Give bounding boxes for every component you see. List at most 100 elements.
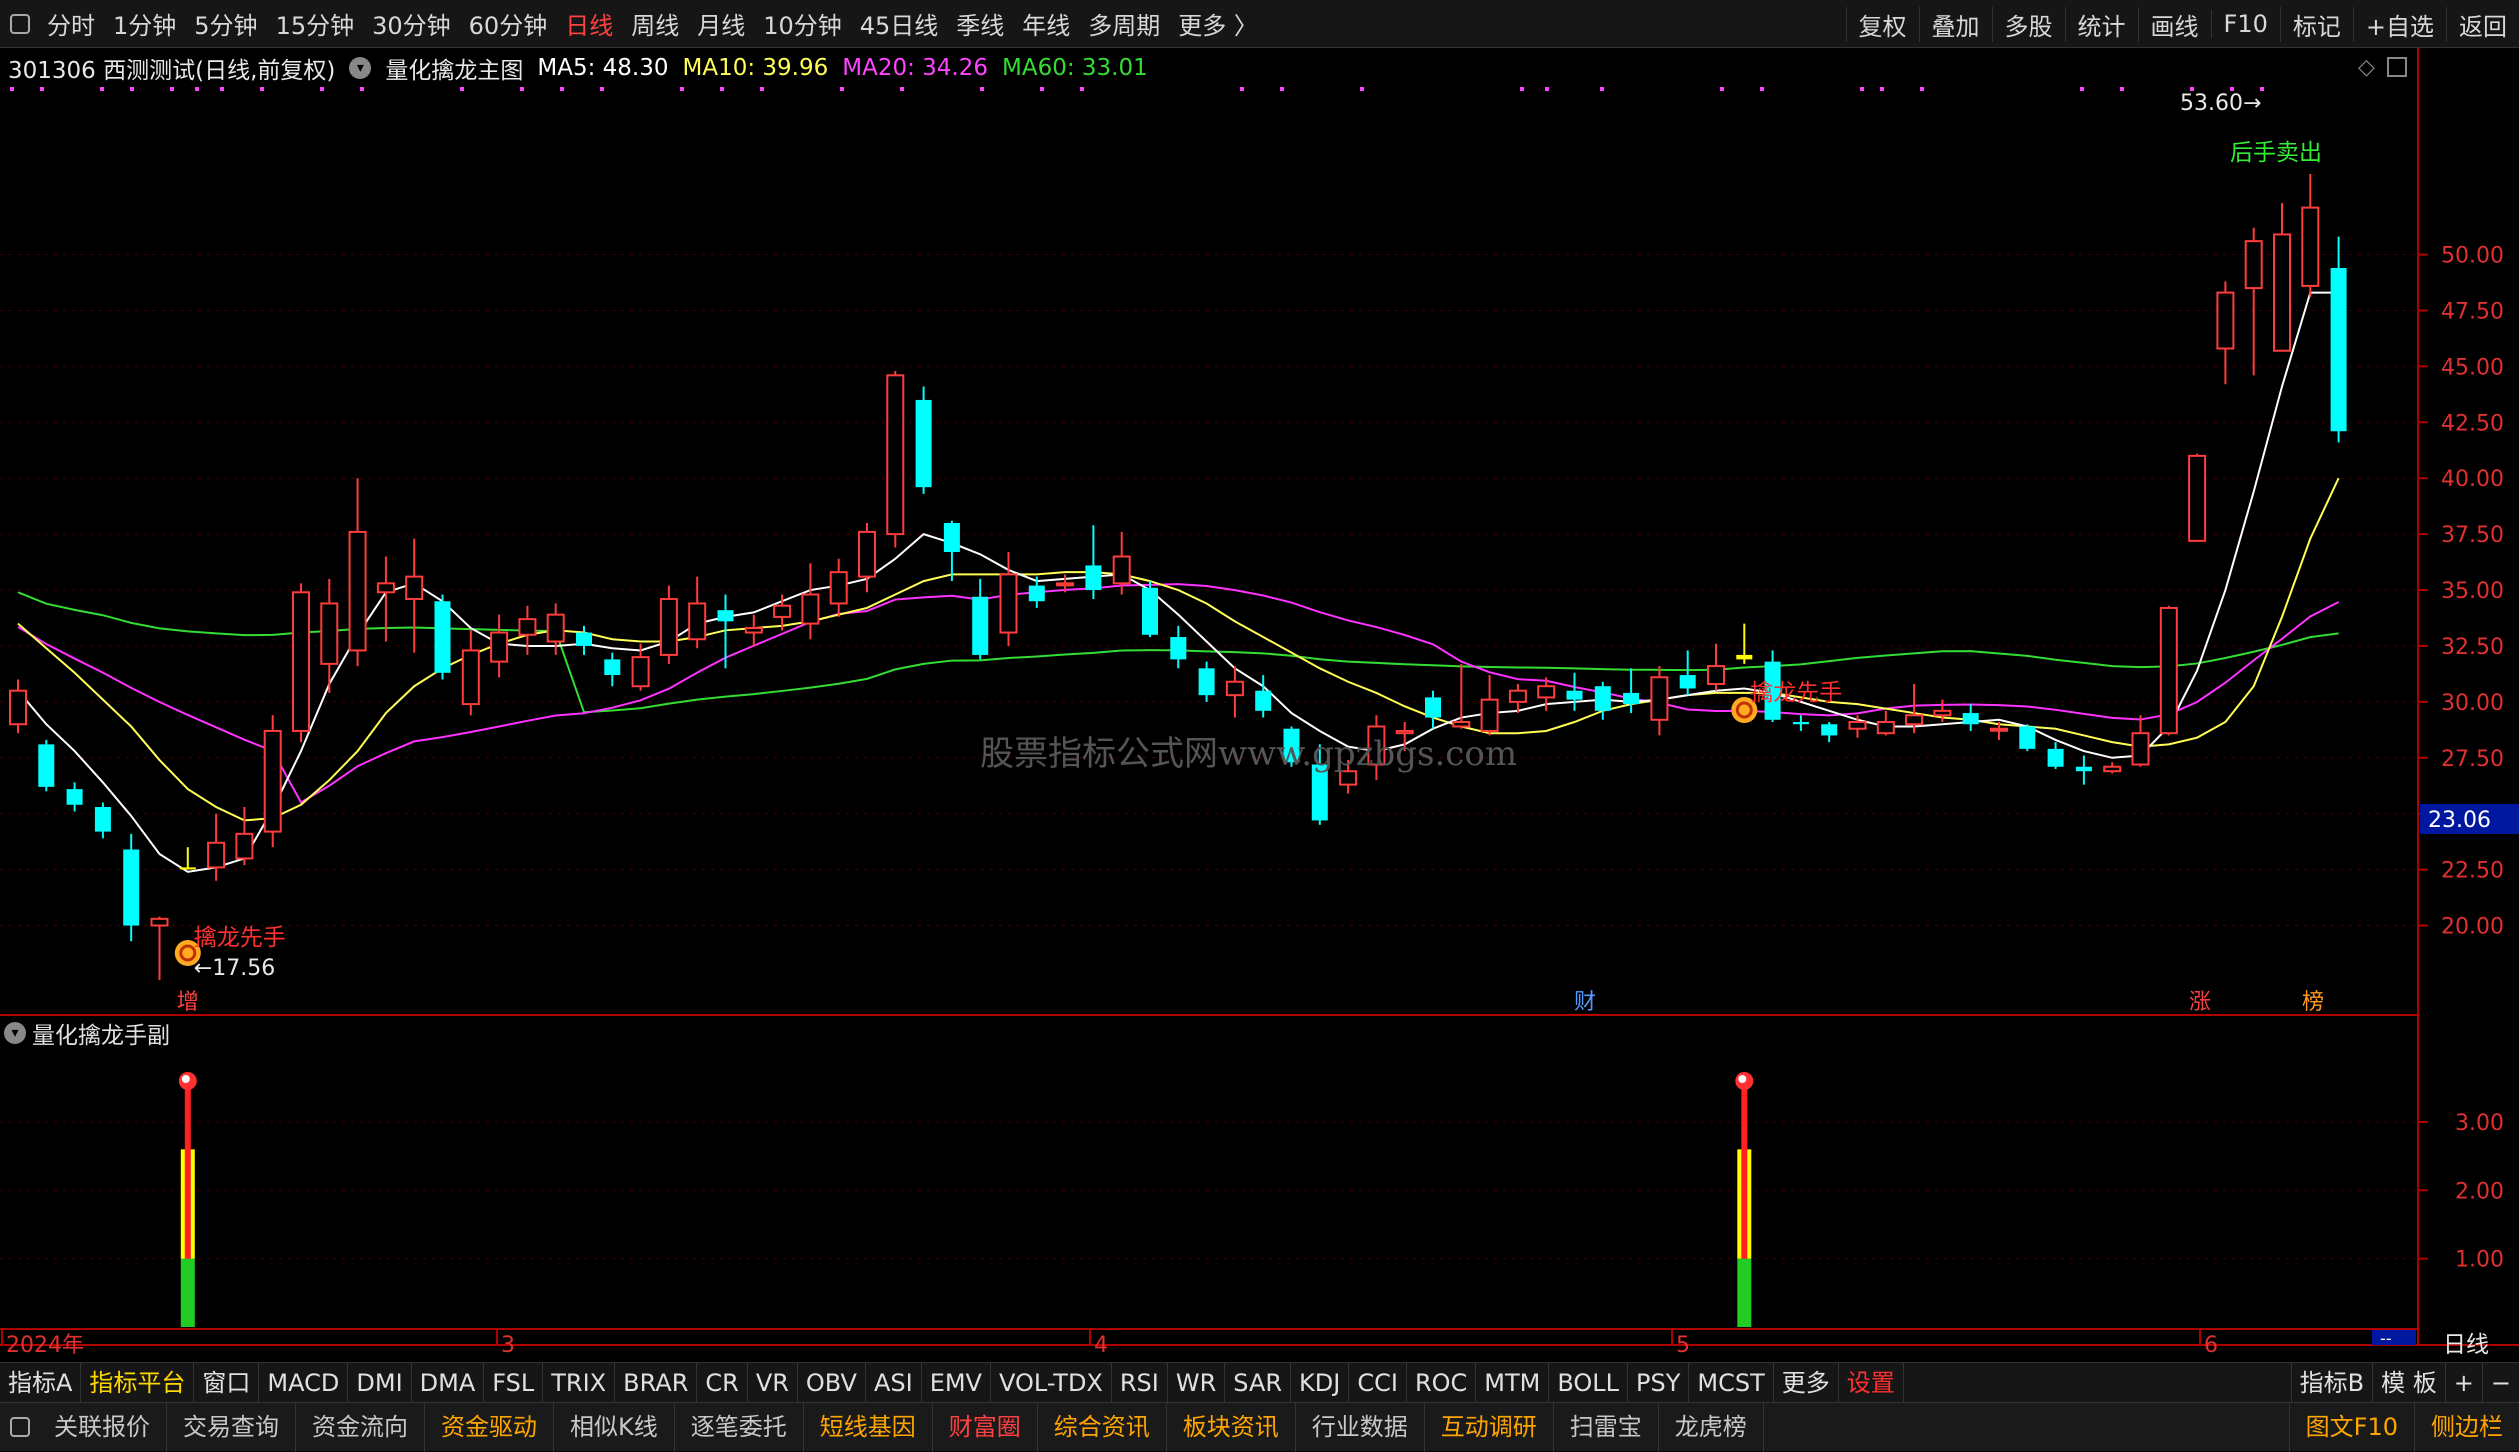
candle-body-down: [1962, 713, 1979, 725]
function-button-8[interactable]: 综合资讯: [1038, 1402, 1167, 1452]
candle-body-up: [1480, 698, 1499, 732]
marker-dot: [1760, 87, 1764, 91]
y-tick-label: 20.00: [2441, 915, 2504, 940]
period-label[interactable]: 日线: [2443, 1332, 2489, 1358]
candle-body-up: [1112, 555, 1131, 585]
indicator-tab-19[interactable]: CCI: [1349, 1362, 1407, 1403]
event-marker-0: 增: [177, 990, 199, 1015]
indicator-tab-right-2[interactable]: +: [2444, 1363, 2482, 1403]
candlestick-chart[interactable]: 50.00 47.50 45.00 42.50 40.00 37.50 35.00 32.50…: [0, 0, 2519, 1362]
marker-dot: [10, 87, 14, 91]
indicator-tab-17[interactable]: SAR: [1225, 1362, 1292, 1403]
candle-body-down: [94, 806, 111, 832]
indicator-tab-right-1[interactable]: 模 板: [2372, 1363, 2445, 1403]
marker-dot: [720, 87, 724, 91]
candle-body-down: [1821, 724, 1838, 736]
function-button-1[interactable]: 交易查询: [167, 1402, 296, 1452]
candle-body-up: [2131, 732, 2150, 766]
y-tick-label: 30.00: [2441, 691, 2504, 716]
function-button-12[interactable]: 扫雷宝: [1554, 1402, 1659, 1452]
indicator-tab-5[interactable]: DMA: [412, 1362, 485, 1403]
indicator-tab-7[interactable]: TRIX: [543, 1362, 616, 1403]
marker-dot: [1040, 87, 1044, 91]
indicator-tab-15[interactable]: RSI: [1112, 1362, 1168, 1403]
indicator-tab-0[interactable]: 指标A: [0, 1362, 82, 1403]
function-button-7[interactable]: 财富圈: [933, 1402, 1038, 1452]
function-button-4[interactable]: 相似K线: [554, 1402, 675, 1452]
marker-dot: [1880, 87, 1884, 91]
month-label-4: 6: [2204, 1333, 2218, 1358]
candle-body-up: [1508, 689, 1527, 703]
indicator-tab-14[interactable]: VOL-TDX: [991, 1362, 1112, 1403]
candle-body-down: [1255, 690, 1272, 711]
indicator-tab-right-3[interactable]: −: [2481, 1363, 2519, 1403]
candle-body-up: [886, 374, 905, 536]
indicator-tab-right-0[interactable]: 指标B: [2290, 1363, 2372, 1403]
marker-dot: [600, 87, 604, 91]
y-tick-label: 27.50: [2441, 747, 2504, 772]
candle-body-up: [376, 582, 395, 594]
indicator-tab-1[interactable]: 指标平台: [81, 1362, 195, 1403]
indicator-tabs: 指标A 指标平台 窗口 MACD DMI DMA FSL TRIX BRAR CR VR OBV ASI…: [0, 1362, 1904, 1403]
marker-dot: [1860, 87, 1864, 91]
function-bar: 关联报价 交易查询 资金流向 资金驱动 相似K线 逐笔委托 短线基因 财富圈 综合资讯 板块资讯行…: [0, 1402, 2519, 1452]
candle-body-up: [1056, 582, 1075, 587]
marker-dot: [220, 87, 224, 91]
candle-body-up: [1933, 709, 1952, 717]
marker-dot: [760, 87, 764, 91]
candle-body-up: [150, 917, 169, 927]
candle-body-up: [2216, 291, 2235, 350]
indicator-tab-24[interactable]: MCST: [1689, 1362, 1774, 1403]
function-button-11[interactable]: 互动调研: [1425, 1402, 1554, 1452]
candle-body-down: [123, 849, 140, 926]
y-tick-label: 37.50: [2441, 523, 2504, 548]
indicator-tab-9[interactable]: CR: [697, 1362, 748, 1403]
marker-dot: [460, 87, 464, 91]
indicator-tab-3[interactable]: MACD: [259, 1362, 349, 1403]
function-button-10[interactable]: 行业数据: [1296, 1402, 1425, 1452]
month-label-3: 5: [1676, 1333, 1690, 1358]
indicator-tab-2[interactable]: 窗口: [194, 1362, 260, 1403]
sub-y-tick-label: 3.00: [2455, 1111, 2504, 1136]
indicator-tab-25[interactable]: 更多: [1774, 1362, 1839, 1403]
candle-body-up: [1452, 721, 1471, 728]
indicator-tab-16[interactable]: WR: [1168, 1362, 1226, 1403]
signal-1-label: 擒龙先手: [194, 925, 286, 951]
panel-toggle-icon[interactable]: [10, 1417, 30, 1437]
candle-body-down: [1198, 668, 1215, 696]
candle-body-down: [972, 596, 989, 655]
function-button-13[interactable]: 龙虎榜: [1659, 1402, 1764, 1452]
function-button-right-1[interactable]: 侧边栏: [2414, 1403, 2519, 1452]
event-marker-1: 财: [1574, 990, 1596, 1015]
function-button-6[interactable]: 短线基因: [804, 1402, 933, 1452]
function-button-9[interactable]: 板块资讯: [1167, 1402, 1296, 1452]
indicator-tab-11[interactable]: OBV: [798, 1362, 866, 1403]
function-button-right-0[interactable]: 图文F10: [2288, 1403, 2414, 1452]
indicator-tab-21[interactable]: MTM: [1476, 1362, 1550, 1403]
function-button-5[interactable]: 逐笔委托: [675, 1402, 804, 1452]
function-button-3[interactable]: 资金驱动: [425, 1402, 554, 1452]
marker-dot: [1360, 87, 1364, 91]
indicator-tab-18[interactable]: KDJ: [1291, 1362, 1350, 1403]
indicator-tab-6[interactable]: FSL: [484, 1362, 544, 1403]
candle-body-up: [1537, 685, 1556, 699]
indicator-tabs-right: 指标B 模 板 + −: [2290, 1363, 2519, 1403]
indicator-tab-20[interactable]: ROC: [1407, 1362, 1477, 1403]
indicator-tab-26[interactable]: 设置: [1839, 1362, 1904, 1403]
candle-body-down: [1623, 692, 1640, 705]
indicator-tab-22[interactable]: BOLL: [1549, 1362, 1629, 1403]
indicator-tab-8[interactable]: BRAR: [615, 1362, 698, 1403]
indicator-tab-13[interactable]: EMV: [922, 1362, 991, 1403]
candle-body-up: [1848, 721, 1867, 730]
candle-body-signal: [1736, 654, 1753, 660]
sub-signal-red: [184, 1081, 191, 1259]
scroll-indicator-label: --: [2380, 1329, 2392, 1348]
function-button-0[interactable]: 关联报价: [38, 1402, 167, 1452]
indicator-tab-12[interactable]: ASI: [866, 1362, 922, 1403]
candle-body-up: [2103, 765, 2122, 773]
candle-body-up: [1395, 729, 1414, 735]
indicator-tab-4[interactable]: DMI: [348, 1362, 412, 1403]
indicator-tab-23[interactable]: PSY: [1628, 1362, 1690, 1403]
indicator-tab-10[interactable]: VR: [748, 1362, 798, 1403]
function-button-2[interactable]: 资金流向: [296, 1402, 425, 1452]
